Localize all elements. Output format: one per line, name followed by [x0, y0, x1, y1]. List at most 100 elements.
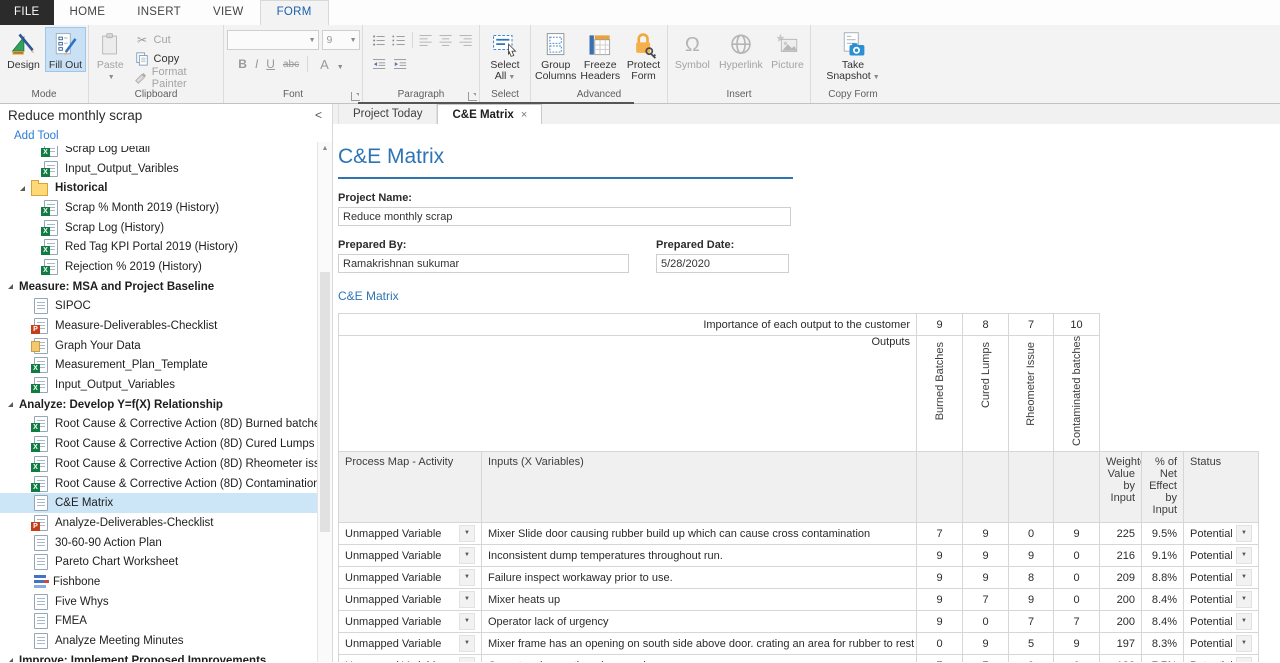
score-cell[interactable]: 9	[1054, 523, 1100, 545]
score-cell[interactable]: 7	[1054, 611, 1100, 633]
score-cell[interactable]: 7	[917, 523, 963, 545]
status-combo[interactable]: Potential▼	[1190, 523, 1252, 544]
chevron-down-icon[interactable]: ▼	[1236, 569, 1252, 586]
importance-value[interactable]: 10	[1054, 314, 1100, 336]
chevron-down-icon[interactable]: ▼	[459, 525, 475, 542]
chevron-down-icon[interactable]: ▼	[1236, 657, 1252, 662]
format-painter-button[interactable]: Format Painter	[130, 68, 221, 87]
tab-insert[interactable]: INSERT	[121, 0, 197, 25]
tree-item[interactable]: Root Cause & Corrective Action (8D) Burn…	[0, 415, 318, 435]
chevron-down-icon[interactable]: ▼	[459, 657, 475, 662]
score-cell[interactable]: 0	[1054, 567, 1100, 589]
underline-button[interactable]: U	[266, 57, 275, 71]
score-cell[interactable]: 7	[963, 655, 1009, 663]
importance-value[interactable]: 9	[917, 314, 963, 336]
input-variable-cell[interactable]: Inconsistent dump temperatures throughou…	[482, 545, 917, 567]
tree-item[interactable]: Measurement_Plan_Template	[0, 356, 318, 376]
chevron-down-icon[interactable]: ▼	[459, 547, 475, 564]
score-cell[interactable]: 9	[917, 567, 963, 589]
activity-combo[interactable]: Unmapped Variable▼	[345, 545, 475, 566]
prepared-by-input[interactable]	[338, 254, 629, 273]
tree-section[interactable]: Improve: Implement Proposed Improvements	[0, 651, 318, 662]
score-cell[interactable]: 9	[1009, 655, 1054, 663]
activity-combo[interactable]: Unmapped Variable▼	[345, 567, 475, 588]
status-combo[interactable]: Potential▼	[1190, 589, 1252, 610]
font-dialog-launcher-icon[interactable]	[351, 92, 360, 101]
score-cell[interactable]: 9	[963, 545, 1009, 567]
status-combo[interactable]: Potential▼	[1190, 545, 1252, 566]
tree-item[interactable]: Five Whys	[0, 592, 318, 612]
score-cell[interactable]: 0	[1054, 545, 1100, 567]
status-combo[interactable]: Potential▼	[1190, 633, 1252, 654]
chevron-down-icon[interactable]: ▼	[459, 635, 475, 652]
input-variable-cell[interactable]: Mixer frame has an opening on south side…	[482, 633, 917, 655]
group-columns-button[interactable]: Group Columns	[533, 27, 578, 83]
importance-value[interactable]: 8	[963, 314, 1009, 336]
score-cell[interactable]: 8	[1009, 567, 1054, 589]
score-cell[interactable]: 0	[1009, 523, 1054, 545]
align-right-icon[interactable]	[459, 34, 473, 47]
tree-item[interactable]: Pareto Chart Worksheet	[0, 552, 318, 572]
tree-item[interactable]: Scrap % Month 2019 (History)	[0, 198, 318, 218]
scrollbar-thumb[interactable]	[320, 272, 330, 532]
tree-item[interactable]: Historical	[0, 178, 318, 198]
activity-combo[interactable]: Unmapped Variable▼	[345, 589, 475, 610]
bold-button[interactable]: B	[238, 57, 247, 71]
protect-form-button[interactable]: Protect Form	[622, 27, 665, 83]
scroll-up-icon[interactable]: ▲	[318, 142, 332, 156]
score-cell[interactable]: 9	[1009, 545, 1054, 567]
chevron-down-icon[interactable]: ▼	[459, 569, 475, 586]
doc-tab-ce-matrix[interactable]: C&E Matrix×	[437, 104, 542, 124]
symbol-button[interactable]: Ω Symbol	[670, 27, 715, 72]
score-cell[interactable]: 9	[917, 589, 963, 611]
tab-home[interactable]: HOME	[54, 0, 122, 25]
chevron-down-icon[interactable]: ▼	[459, 591, 475, 608]
tree-item[interactable]: C&E Matrix	[0, 493, 318, 513]
tab-file[interactable]: FILE	[0, 0, 54, 25]
activity-combo[interactable]: Unmapped Variable▼	[345, 633, 475, 654]
sidebar-scrollbar[interactable]: ▲	[317, 142, 332, 662]
importance-value[interactable]: 7	[1009, 314, 1054, 336]
tree-item[interactable]: Fishbone	[0, 572, 318, 592]
align-left-icon[interactable]	[419, 34, 433, 47]
tree-item[interactable]: Rejection % 2019 (History)	[0, 257, 318, 277]
cut-button[interactable]: ✂ Cut	[130, 30, 221, 49]
input-variable-cell[interactable]: Mixer heats up	[482, 589, 917, 611]
score-cell[interactable]: 9	[1054, 633, 1100, 655]
input-variable-cell[interactable]: Operator change the mix procedure.	[482, 655, 917, 663]
score-cell[interactable]: 0	[917, 633, 963, 655]
tree-item[interactable]: Scrap Log (History)	[0, 218, 318, 238]
chevron-down-icon[interactable]: ▼	[1236, 613, 1252, 630]
tree-expand-icon[interactable]	[20, 186, 25, 191]
tree-expand-icon[interactable]	[8, 402, 13, 407]
font-color-button[interactable]: A▼	[316, 57, 348, 72]
prepared-date-input[interactable]	[656, 254, 789, 273]
score-cell[interactable]: 7	[917, 655, 963, 663]
score-cell[interactable]: 9	[963, 633, 1009, 655]
tree-expand-icon[interactable]	[8, 658, 13, 662]
bullet-list-icon[interactable]	[372, 34, 386, 47]
tree-section[interactable]: Measure: MSA and Project Baseline	[0, 277, 318, 297]
tree-section[interactable]: Analyze: Develop Y=f(X) Relationship	[0, 395, 318, 415]
score-cell[interactable]: 7	[963, 589, 1009, 611]
paragraph-dialog-launcher-icon[interactable]	[468, 92, 477, 101]
tree-item[interactable]: Measure-Deliverables-Checklist	[0, 316, 318, 336]
tree-expand-icon[interactable]	[8, 284, 13, 289]
status-combo[interactable]: Potential▼	[1190, 611, 1252, 632]
font-family-combo[interactable]: ▼	[227, 30, 319, 50]
decrease-indent-icon[interactable]	[372, 58, 387, 71]
tree-item[interactable]: Input_Output_Varibles	[0, 159, 318, 179]
score-cell[interactable]: 0	[1054, 655, 1100, 663]
chevron-down-icon[interactable]: ▼	[1236, 547, 1252, 564]
score-cell[interactable]: 9	[963, 567, 1009, 589]
tab-close-icon[interactable]: ×	[521, 109, 527, 121]
collapse-sidebar-icon[interactable]: <	[311, 108, 326, 122]
input-variable-cell[interactable]: Failure inspect workaway prior to use.	[482, 567, 917, 589]
input-variable-cell[interactable]: Mixer Slide door causing rubber build up…	[482, 523, 917, 545]
status-combo[interactable]: Potential▼	[1190, 655, 1252, 662]
tree-item[interactable]: Input_Output_Variables	[0, 375, 318, 395]
font-size-combo[interactable]: 9▼	[322, 30, 360, 50]
paste-button[interactable]: Paste▼	[91, 27, 130, 84]
take-snapshot-button[interactable]: Take Snapshot▼	[821, 27, 885, 84]
score-cell[interactable]: 9	[917, 545, 963, 567]
